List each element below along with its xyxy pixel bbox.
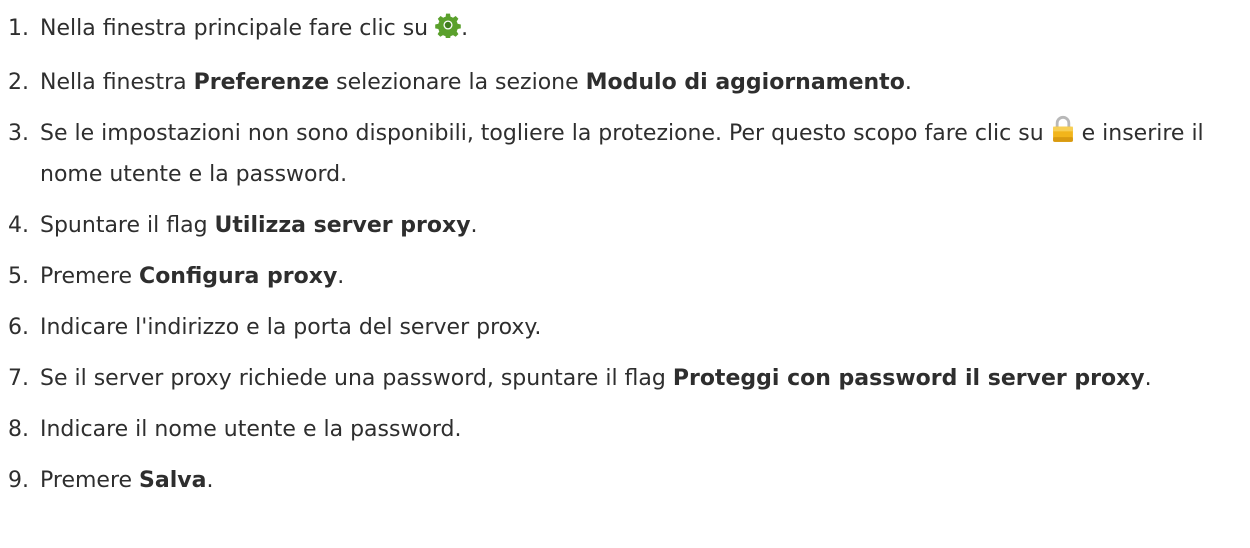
step-number: 7. bbox=[8, 366, 29, 391]
step-text-part: Indicare il nome utente e la password. bbox=[40, 417, 462, 442]
step-text-part: . bbox=[337, 264, 345, 289]
step-4: 4. Spuntare il flag Utilizza server prox… bbox=[8, 207, 1250, 245]
gear-icon bbox=[435, 12, 461, 51]
step-text: Indicare l'indirizzo e la porta del serv… bbox=[40, 309, 1240, 347]
step-text-part: selezionare la sezione bbox=[329, 70, 586, 95]
step-1: 1. Nella finestra principale fare clic s… bbox=[8, 10, 1250, 51]
step-text-part: Spuntare il flag bbox=[40, 213, 215, 238]
step-text: Spuntare il flag Utilizza server proxy. bbox=[40, 207, 1240, 245]
step-text: Premere Salva. bbox=[40, 462, 1240, 500]
step-number: 3. bbox=[8, 121, 29, 146]
step-text: Premere Configura proxy. bbox=[40, 258, 1240, 296]
step-text-part: . bbox=[904, 70, 912, 95]
step-text-part: . bbox=[1144, 366, 1152, 391]
step-text: Nella finestra principale fare clic su . bbox=[40, 10, 1240, 51]
step-text-part: Se le impostazioni non sono disponibili,… bbox=[40, 121, 1051, 146]
step-2: 2. Nella finestra Preferenze selezionare… bbox=[8, 64, 1250, 102]
step-number: 5. bbox=[8, 264, 29, 289]
bold-term: Configura proxy bbox=[139, 264, 338, 289]
step-text-part: . bbox=[470, 213, 478, 238]
step-3: 3. Se le impostazioni non sono disponibi… bbox=[8, 115, 1250, 194]
instructions-list: 1. Nella finestra principale fare clic s… bbox=[0, 0, 1250, 500]
lock-icon bbox=[1051, 115, 1075, 156]
step-text: Nella finestra Preferenze selezionare la… bbox=[40, 64, 1240, 102]
step-6: 6. Indicare l'indirizzo e la porta del s… bbox=[8, 309, 1250, 347]
step-text-part: Se il server proxy richiede una password… bbox=[40, 366, 673, 391]
step-number: 4. bbox=[8, 213, 29, 238]
step-7: 7. Se il server proxy richiede una passw… bbox=[8, 360, 1250, 398]
step-text: Se il server proxy richiede una password… bbox=[40, 360, 1240, 398]
step-text-part: . bbox=[461, 16, 469, 41]
step-number: 9. bbox=[8, 468, 29, 493]
bold-term: Modulo di aggiornamento bbox=[585, 70, 905, 95]
bold-term: Proteggi con password il server proxy bbox=[672, 366, 1145, 391]
step-9: 9. Premere Salva. bbox=[8, 462, 1250, 500]
bold-term: Salva bbox=[139, 468, 207, 493]
step-text-part: Premere bbox=[40, 264, 140, 289]
step-text: Se le impostazioni non sono disponibili,… bbox=[40, 115, 1240, 194]
step-number: 8. bbox=[8, 417, 29, 442]
bold-term: Utilizza server proxy bbox=[214, 213, 471, 238]
step-number: 6. bbox=[8, 315, 29, 340]
step-text-part: Indicare l'indirizzo e la porta del serv… bbox=[40, 315, 542, 340]
step-5: 5. Premere Configura proxy. bbox=[8, 258, 1250, 296]
step-text-part: Nella finestra principale fare clic su bbox=[40, 16, 436, 41]
step-text-part: Nella finestra bbox=[40, 70, 194, 95]
step-text: Indicare il nome utente e la password. bbox=[40, 411, 1240, 449]
step-text-part: . bbox=[206, 468, 214, 493]
step-number: 2. bbox=[8, 70, 29, 95]
step-8: 8. Indicare il nome utente e la password… bbox=[8, 411, 1250, 449]
bold-term: Preferenze bbox=[193, 70, 330, 95]
step-number: 1. bbox=[8, 16, 29, 41]
step-text-part: Premere bbox=[40, 468, 140, 493]
